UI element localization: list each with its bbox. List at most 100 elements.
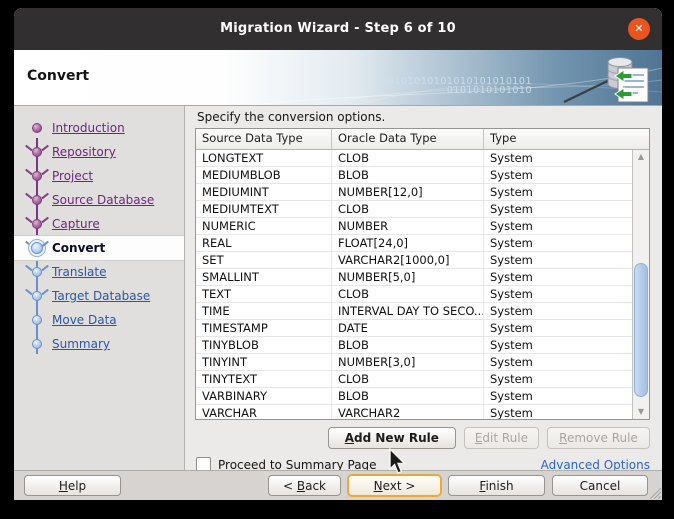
cell-source-data-type: TINYBLOB: [196, 337, 332, 353]
cell-source-data-type: TIMESTAMP: [196, 320, 332, 336]
table-row[interactable]: SET VARCHAR2[1000,0] System: [196, 252, 632, 269]
cell-source-data-type: SET: [196, 252, 332, 268]
cell-type: System: [490, 219, 533, 233]
table-body: LONGTEXT CLOB System MEDIUMBLOB BLOB Sys…: [196, 150, 649, 419]
close-button[interactable]: ✕: [628, 18, 650, 40]
sidebar-step-item[interactable]: Translate: [14, 260, 184, 284]
binary-decoration: 0101010101010: [446, 85, 532, 96]
cell-source-data-type: REAL: [196, 235, 332, 251]
wizard-footer: Help < Back Next > Finish Cancel: [14, 470, 662, 500]
cell-type: System: [490, 406, 533, 419]
wizard-steps-sidebar: Introduction Repository Project Source D…: [14, 106, 185, 470]
step-node-icon: [31, 242, 43, 254]
table-header-row: Source Data Type Oracle Data Type Type: [196, 129, 649, 150]
cell-oracle-data-type: INTERVAL DAY TO SECO...: [332, 303, 484, 319]
scrollbar-thumb[interactable]: [634, 262, 648, 398]
page-title: Convert: [27, 68, 90, 84]
cell-oracle-data-type: VARCHAR2[1000,0]: [332, 252, 484, 268]
cell-type: System: [490, 236, 533, 250]
sidebar-step-label: Project: [52, 169, 94, 183]
step-node-icon: [31, 170, 43, 182]
edit-rule-button[interactable]: Edit Rule: [463, 427, 539, 449]
table-row[interactable]: MEDIUMINT NUMBER[12,0] System: [196, 184, 632, 201]
title-bar[interactable]: Migration Wizard - Step 6 of 10 ✕: [14, 8, 662, 50]
column-header-oracle-data-type[interactable]: Oracle Data Type: [332, 129, 484, 149]
sidebar-step-label: Capture: [52, 217, 100, 231]
screen: Migration Wizard - Step 6 of 10 ✕ Conver…: [0, 0, 674, 519]
convert-options-panel: Specify the conversion options. Source D…: [185, 106, 662, 472]
table-row[interactable]: LONGTEXT CLOB System: [196, 150, 632, 167]
step-node-icon: [31, 146, 43, 158]
sidebar-step-item[interactable]: Source Database: [14, 188, 184, 212]
vertical-scrollbar[interactable]: ▲ ▼: [632, 150, 649, 419]
cell-source-data-type: VARBINARY: [196, 388, 332, 404]
cell-source-data-type: SMALLINT: [196, 269, 332, 285]
step-node-icon: [31, 122, 43, 134]
migration-wizard-window: Migration Wizard - Step 6 of 10 ✕ Conver…: [14, 8, 662, 500]
next-button[interactable]: Next >: [348, 475, 441, 496]
step-node-icon: [31, 266, 43, 278]
step-node-icon: [31, 314, 43, 326]
sidebar-step-item[interactable]: Repository: [14, 140, 184, 164]
cell-source-data-type: TINYTEXT: [196, 371, 332, 387]
table-row[interactable]: REAL FLOAT[24,0] System: [196, 235, 632, 252]
cell-oracle-data-type: CLOB: [332, 371, 484, 387]
sidebar-step-label: Translate: [52, 265, 107, 279]
resize-grip[interactable]: [648, 486, 661, 499]
sidebar-step-item[interactable]: Capture: [14, 212, 184, 236]
table-row[interactable]: MEDIUMBLOB BLOB System: [196, 167, 632, 184]
sidebar-step-label: Move Data: [52, 313, 117, 327]
step-node-icon: [31, 290, 43, 302]
remove-rule-button[interactable]: Remove Rule: [547, 427, 650, 449]
cell-type: System: [490, 355, 533, 369]
sidebar-step-item[interactable]: Convert: [14, 236, 184, 260]
cell-type: System: [490, 321, 533, 335]
cell-type: System: [490, 287, 533, 301]
table-row[interactable]: MEDIUMTEXT CLOB System: [196, 201, 632, 218]
sidebar-step-label: Introduction: [52, 121, 125, 135]
table-row[interactable]: VARBINARY BLOB System: [196, 388, 632, 405]
step-node-icon: [31, 194, 43, 206]
sidebar-step-item[interactable]: Summary: [14, 332, 184, 356]
add-new-rule-button[interactable]: Add New Rule: [327, 427, 456, 449]
scroll-up-icon[interactable]: ▲: [633, 150, 649, 164]
cell-type: System: [490, 253, 533, 267]
table-row[interactable]: VARCHAR VARCHAR2 System: [196, 405, 632, 419]
cell-source-data-type: TEXT: [196, 286, 332, 302]
step-node-icon: [31, 338, 43, 350]
window-title: Migration Wizard - Step 6 of 10: [220, 21, 456, 36]
table-row[interactable]: SMALLINT NUMBER[5,0] System: [196, 269, 632, 286]
scroll-down-icon[interactable]: ▼: [633, 405, 649, 419]
column-header-source-data-type[interactable]: Source Data Type: [196, 129, 332, 149]
cell-type: System: [490, 389, 533, 403]
cell-oracle-data-type: NUMBER[12,0]: [332, 184, 484, 200]
table-row[interactable]: TINYINT NUMBER[3,0] System: [196, 354, 632, 371]
help-button[interactable]: Help: [24, 475, 121, 496]
step-node-icon: [31, 218, 43, 230]
instruction-text: Specify the conversion options.: [197, 110, 386, 124]
column-header-type[interactable]: Type: [484, 129, 649, 149]
database-migration-icon: [563, 57, 649, 103]
table-row[interactable]: TIMESTAMP DATE System: [196, 320, 632, 337]
table-row[interactable]: TIME INTERVAL DAY TO SECO... System: [196, 303, 632, 320]
cell-source-data-type: NUMERIC: [196, 218, 332, 234]
sidebar-step-label: Convert: [52, 241, 106, 255]
cell-oracle-data-type: DATE: [332, 320, 484, 336]
sidebar-step-item[interactable]: Introduction: [14, 116, 184, 140]
finish-button[interactable]: Finish: [448, 475, 545, 496]
cell-type: System: [490, 304, 533, 318]
sidebar-step-item[interactable]: Target Database: [14, 284, 184, 308]
table-row[interactable]: NUMERIC NUMBER System: [196, 218, 632, 235]
wizard-content: Introduction Repository Project Source D…: [14, 106, 662, 472]
sidebar-step-label: Summary: [52, 337, 110, 351]
sidebar-step-item[interactable]: Move Data: [14, 308, 184, 332]
cancel-button[interactable]: Cancel: [552, 475, 648, 496]
sidebar-step-item[interactable]: Project: [14, 164, 184, 188]
table-row[interactable]: TINYTEXT CLOB System: [196, 371, 632, 388]
cell-oracle-data-type: BLOB: [332, 388, 484, 404]
cell-oracle-data-type: CLOB: [332, 201, 484, 217]
cell-oracle-data-type: CLOB: [332, 150, 484, 166]
table-row[interactable]: TEXT CLOB System: [196, 286, 632, 303]
back-button[interactable]: < Back: [268, 475, 341, 496]
table-row[interactable]: TINYBLOB BLOB System: [196, 337, 632, 354]
